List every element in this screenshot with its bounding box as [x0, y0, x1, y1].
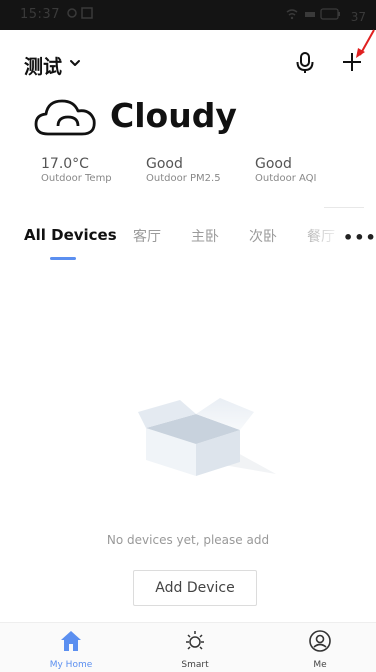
stat-value: Good: [255, 156, 292, 172]
battery-level: 37: [350, 10, 366, 24]
status-system-icons: 37: [285, 7, 366, 24]
stat-value: Good: [146, 156, 183, 172]
home-icon: [61, 631, 81, 651]
more-icon[interactable]: •••: [343, 228, 376, 247]
divider: [324, 207, 364, 208]
active-tab-indicator: [50, 257, 76, 260]
tab-living-room[interactable]: 客厅: [133, 226, 161, 246]
cloudy-weather-icon: [34, 99, 96, 136]
status-time: 15:37: [20, 7, 60, 22]
stat-value: 17.0°C: [41, 156, 89, 172]
tab-second-bedroom[interactable]: 次卧: [249, 226, 277, 246]
status-bar: 15:37 37: [0, 0, 376, 30]
stat-label: Outdoor AQI: [255, 173, 317, 184]
nav-label: Me: [313, 660, 327, 670]
tab-all-devices[interactable]: All Devices: [24, 226, 117, 244]
microphone-icon[interactable]: [294, 51, 316, 75]
tab-master-bedroom[interactable]: 主卧: [191, 226, 219, 246]
nav-me[interactable]: Me: [275, 623, 365, 672]
status-notification-icons: [66, 6, 96, 23]
stat-outdoor-aqi: Good Outdoor AQI: [255, 156, 317, 184]
stat-outdoor-temp: 17.0°C Outdoor Temp: [41, 156, 112, 184]
weather-condition: Cloudy: [110, 96, 237, 135]
stat-outdoor-pm25: Good Outdoor PM2.5: [146, 156, 221, 184]
header: 测试: [0, 42, 376, 86]
empty-state-message: No devices yet, please add: [106, 533, 270, 547]
tab-fade: [296, 222, 336, 252]
stat-label: Outdoor PM2.5: [146, 173, 221, 184]
wifi-signal-icon: [286, 8, 340, 20]
add-device-button[interactable]: Add Device: [133, 570, 257, 606]
profile-icon: [309, 630, 331, 652]
nav-label: My Home: [49, 660, 93, 670]
notification-icon: [67, 7, 93, 19]
empty-box-icon: [138, 398, 276, 476]
nav-my-home[interactable]: My Home: [26, 623, 116, 672]
stat-label: Outdoor Temp: [41, 173, 112, 184]
chevron-down-icon[interactable]: [69, 53, 81, 73]
annotation-arrow-icon: [356, 29, 375, 58]
bottom-navigation: My Home Smart Me: [0, 622, 376, 672]
room-tabs: All Devices 客厅 主卧 次卧 餐厅 •••: [0, 222, 376, 262]
nav-smart[interactable]: Smart: [150, 623, 240, 672]
home-selector[interactable]: 测试: [24, 52, 62, 79]
sun-icon: [186, 631, 204, 650]
nav-label: Smart: [181, 660, 209, 670]
